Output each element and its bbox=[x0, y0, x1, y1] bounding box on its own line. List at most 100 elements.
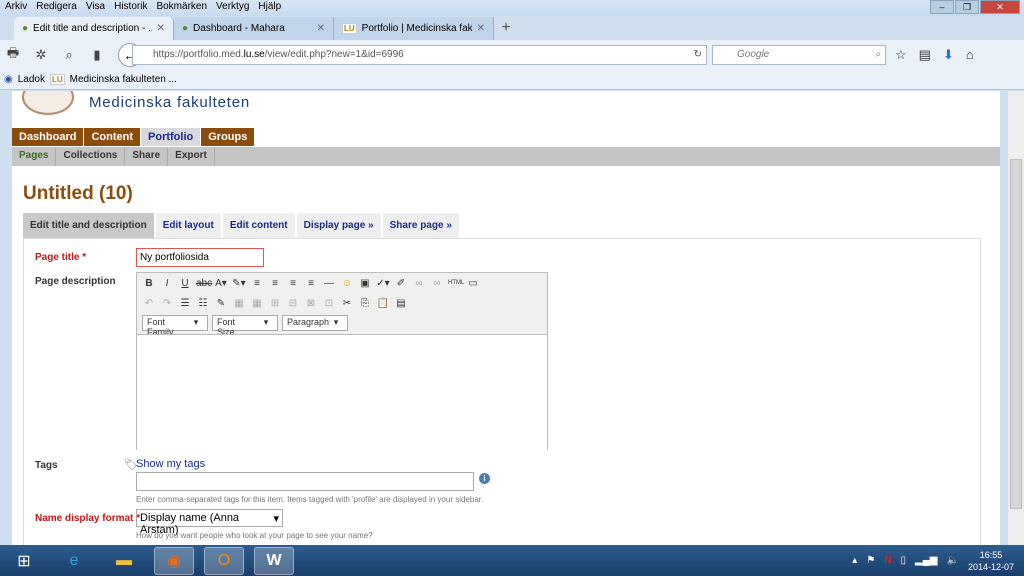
tab-share-page[interactable]: Share page » bbox=[382, 213, 459, 238]
edit-icon[interactable]: ✎ bbox=[214, 298, 228, 309]
paste-icon[interactable]: 📋 bbox=[376, 298, 390, 309]
numbered-list-icon[interactable]: ☷ bbox=[196, 298, 210, 309]
new-tab-button[interactable]: + bbox=[494, 17, 518, 40]
text-color-icon[interactable]: A▾ bbox=[214, 278, 228, 289]
tab-edit-content[interactable]: Edit content bbox=[222, 213, 295, 238]
subnav-export[interactable]: Export bbox=[168, 147, 215, 166]
show-hidden-icons[interactable]: ▴ bbox=[852, 555, 857, 566]
star-icon[interactable]: ☆ bbox=[895, 47, 907, 63]
nav-dashboard[interactable]: Dashboard bbox=[12, 128, 85, 146]
tab-edit-title[interactable]: Edit title and description bbox=[23, 213, 154, 238]
bold-icon[interactable]: B bbox=[142, 278, 156, 289]
undo-icon[interactable]: ↶ bbox=[142, 298, 156, 309]
align-center-icon[interactable]: ≡ bbox=[268, 278, 282, 289]
subnav-share[interactable]: Share bbox=[125, 147, 169, 166]
print-icon[interactable]: 🖶 bbox=[6, 44, 20, 66]
align-right-icon[interactable]: ≡ bbox=[286, 278, 300, 289]
spellcheck-icon[interactable]: ✓▾ bbox=[376, 278, 390, 289]
font-family-select[interactable]: Font Family ▾ bbox=[142, 315, 208, 337]
italic-icon[interactable]: I bbox=[160, 278, 174, 289]
download-icon[interactable]: ⬇ bbox=[943, 47, 954, 63]
tags-input[interactable] bbox=[136, 472, 474, 491]
tab-edit-layout[interactable]: Edit layout bbox=[155, 213, 221, 238]
page-icon[interactable]: ▮ bbox=[90, 47, 104, 63]
search-input[interactable]: Google ⌕ bbox=[712, 45, 886, 65]
font-size-select[interactable]: Font Size ▾ bbox=[212, 315, 278, 337]
menu-bokmarken[interactable]: Bokmärken bbox=[156, 0, 207, 16]
redo-icon[interactable]: ↷ bbox=[160, 298, 174, 309]
reload-icon[interactable]: ↻ bbox=[694, 46, 702, 64]
menu-arkiv[interactable]: Arkiv bbox=[5, 0, 27, 16]
signal-icon[interactable]: ▂▄▆ bbox=[915, 555, 937, 566]
menu-historik[interactable]: Historik bbox=[114, 0, 147, 16]
menu-redigera[interactable]: Redigera bbox=[36, 0, 77, 16]
browser-tab[interactable]: ● Edit title and description - ... ✕ bbox=[14, 17, 174, 40]
flag-icon[interactable]: ⚑ bbox=[866, 555, 875, 566]
html-icon[interactable]: HTML bbox=[448, 280, 464, 286]
internet-explorer-icon[interactable]: e bbox=[54, 547, 94, 575]
bookmark-ladok[interactable]: Ladok bbox=[18, 74, 45, 85]
highlight-icon[interactable]: ✎▾ bbox=[232, 278, 246, 289]
search-icon[interactable]: ⌕ bbox=[875, 46, 881, 64]
close-tab-icon[interactable]: ✕ bbox=[157, 23, 165, 34]
browser-tab[interactable]: ● Dashboard - Mahara ✕ bbox=[174, 17, 334, 40]
hr-icon[interactable]: — bbox=[322, 278, 336, 289]
cleanup-icon[interactable]: ✐ bbox=[394, 278, 408, 289]
file-explorer-icon[interactable]: ▬ bbox=[104, 547, 144, 575]
merge-icon[interactable]: ⊠ bbox=[304, 298, 318, 309]
outlook-icon[interactable]: O bbox=[204, 546, 244, 575]
nav-groups[interactable]: Groups bbox=[201, 128, 256, 146]
copy-icon[interactable]: ⎘ bbox=[358, 298, 372, 309]
underline-icon[interactable]: U bbox=[178, 278, 192, 289]
url-bar[interactable]: https://portfolio.med.lu.se/view/edit.ph… bbox=[132, 45, 707, 65]
home-icon[interactable]: ⌂ bbox=[966, 47, 974, 63]
nav-content[interactable]: Content bbox=[84, 128, 142, 146]
align-left-icon[interactable]: ≡ bbox=[250, 278, 264, 289]
row-icon[interactable]: ⊞ bbox=[268, 298, 282, 309]
start-button[interactable]: ⊞ bbox=[4, 547, 44, 575]
split-icon[interactable]: ⊡ bbox=[322, 298, 336, 309]
description-textarea[interactable] bbox=[137, 334, 547, 450]
volume-icon[interactable]: 🔈 bbox=[947, 555, 959, 566]
firefox-icon[interactable]: ◉ bbox=[154, 546, 194, 575]
tab-display-page[interactable]: Display page » bbox=[296, 213, 381, 238]
close-tab-icon[interactable]: ✕ bbox=[317, 23, 325, 34]
minimize-button[interactable]: – bbox=[930, 0, 954, 14]
fullscreen-icon[interactable]: ▭ bbox=[466, 278, 480, 289]
show-my-tags-link[interactable]: Show my tags bbox=[136, 458, 205, 470]
unlink-icon[interactable]: ∞ bbox=[430, 278, 444, 289]
cut-icon[interactable]: ✂ bbox=[340, 298, 354, 309]
close-window-button[interactable]: ✕ bbox=[980, 0, 1020, 14]
format-select[interactable]: Paragraph ▾ bbox=[282, 315, 348, 331]
justify-icon[interactable]: ≡ bbox=[304, 278, 318, 289]
reading-list-icon[interactable]: ▤ bbox=[919, 47, 931, 63]
table-icon[interactable]: ▦ bbox=[232, 298, 246, 309]
battery-icon[interactable]: ▯ bbox=[901, 555, 907, 566]
nav-portfolio[interactable]: Portfolio bbox=[141, 128, 202, 146]
name-display-format-select[interactable]: Display name (Anna Arstam) ▾ bbox=[136, 509, 283, 536]
scrollbar-thumb[interactable] bbox=[1010, 159, 1022, 509]
browser-tab[interactable]: LUPortfolio | Medicinska faku...✕ bbox=[334, 17, 494, 40]
menu-visa[interactable]: Visa bbox=[86, 0, 105, 16]
search-icon[interactable]: ⌕ bbox=[62, 47, 76, 63]
menu-verktyg[interactable]: Verktyg bbox=[216, 0, 249, 16]
gear-icon[interactable]: ✲ bbox=[34, 47, 48, 63]
page-title-input[interactable]: Ny portfoliosida bbox=[136, 248, 264, 267]
table-props-icon[interactable]: ▦ bbox=[250, 298, 264, 309]
scrollbar[interactable] bbox=[1007, 91, 1024, 545]
bookmark-medicinska[interactable]: Medicinska fakulteten ... bbox=[70, 74, 177, 85]
link-icon[interactable]: ∞ bbox=[412, 278, 426, 289]
close-tab-icon[interactable]: ✕ bbox=[477, 23, 485, 34]
col-icon[interactable]: ⊟ bbox=[286, 298, 300, 309]
subnav-collections[interactable]: Collections bbox=[56, 147, 126, 166]
info-icon[interactable]: i bbox=[479, 473, 490, 484]
word-icon[interactable]: W bbox=[254, 546, 294, 575]
n-icon[interactable]: N bbox=[884, 555, 891, 566]
subnav-pages[interactable]: Pages bbox=[12, 147, 57, 166]
bullet-list-icon[interactable]: ☰ bbox=[178, 298, 192, 309]
image-icon[interactable]: ▣ bbox=[358, 278, 372, 289]
clock[interactable]: 16:55 2014-12-07 bbox=[968, 549, 1014, 573]
menu-hjalp[interactable]: Hjälp bbox=[258, 0, 281, 16]
emoticon-icon[interactable]: ☺ bbox=[340, 278, 354, 289]
paste-word-icon[interactable]: ▤ bbox=[394, 298, 408, 309]
